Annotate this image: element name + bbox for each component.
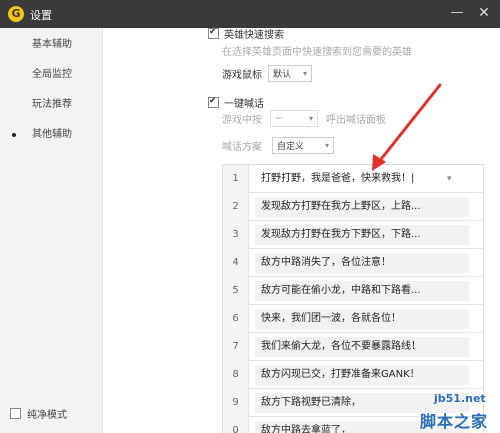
pure-mode-label: 纯净模式: [27, 409, 67, 421]
one-key-shout-checkbox[interactable]: [208, 96, 219, 108]
sidebar-item-label: 其他辅助: [32, 129, 72, 140]
shout-row[interactable]: 1 打野打野，我是爸爸，快来救我！| ▾: [223, 165, 483, 193]
window-title: 设置: [30, 9, 52, 22]
chevron-down-icon[interactable]: ▾: [447, 165, 452, 193]
shout-row[interactable]: 6 快来，我们团一波，各就各位！: [223, 305, 483, 333]
shout-row-number: 4: [223, 249, 249, 277]
shout-row[interactable]: 2 发现敌方打野在我方上野区，上路...: [223, 193, 483, 221]
game-cursor-row: 游戏鼠标 默认 ▾: [222, 65, 312, 82]
game-cursor-value: 默认: [273, 70, 292, 80]
shout-plan-row: 喊话方案 自定义 ▾: [222, 137, 334, 154]
chevron-down-icon: ▾: [324, 141, 329, 150]
shout-text-input[interactable]: 发现敌方打野在我方下野区，下路...: [255, 225, 469, 245]
shout-plan-label: 喊话方案: [222, 142, 262, 153]
sidebar-item-gameplay[interactable]: 玩法推荐: [0, 90, 103, 120]
sidebar-item-basic[interactable]: 基本辅助: [0, 30, 103, 60]
hero-search-label: 英雄快速搜索: [224, 30, 284, 41]
in-game-press-row: 游戏中按 ~ ▾ 呼出喊话面板: [222, 110, 386, 127]
shout-text-input[interactable]: 敌方可能在偷小龙，中路和下路看...: [255, 281, 469, 301]
shout-text-input[interactable]: 发现敌方打野在我方上野区，上路...: [255, 197, 469, 217]
shout-row-number: 8: [223, 361, 249, 389]
sidebar-item-global-monitor[interactable]: 全局监控: [0, 60, 103, 90]
in-game-press-label: 游戏中按: [222, 115, 262, 126]
shout-row[interactable]: 7 我们来偷大龙，各位不要暴露路线！: [223, 333, 483, 361]
sidebar-item-other[interactable]: 其他辅助: [0, 120, 103, 150]
pure-mode-checkbox[interactable]: [10, 407, 21, 419]
hero-search-desc: 在选择英雄页面中快速搜索到您需要的英雄: [222, 47, 412, 58]
watermark-logo: jb51.net 脚本之家: [410, 388, 500, 433]
active-dot-icon: [12, 133, 16, 137]
shout-row[interactable]: 3 发现敌方打野在我方下野区，下路...: [223, 221, 483, 249]
sidebar-item-label: 玩法推荐: [32, 99, 72, 110]
hotkey-value: ~: [275, 113, 283, 124]
app-logo-icon: G: [8, 6, 24, 22]
shout-row-number: 1: [223, 165, 249, 193]
shout-row-number: 7: [223, 333, 249, 361]
chevron-down-icon: ▾: [302, 69, 307, 78]
one-key-shout-row: 一键喊话: [208, 95, 264, 110]
chevron-down-icon: ▾: [308, 114, 313, 123]
game-cursor-label: 游戏鼠标: [222, 70, 262, 81]
shout-row[interactable]: 8 敌方闪现已交，打野准备来GANK！: [223, 361, 483, 389]
shout-row-number: 9: [223, 389, 249, 417]
sidebar: 基本辅助 全局监控 玩法推荐 其他辅助 纯净模式: [0, 28, 103, 433]
shout-row-number: 5: [223, 277, 249, 305]
hero-search-checkbox[interactable]: [208, 28, 219, 39]
shout-row-number: 6: [223, 305, 249, 333]
minimize-button[interactable]: —: [447, 4, 467, 24]
shout-row-number: 3: [223, 221, 249, 249]
hotkey-select[interactable]: ~ ▾: [270, 110, 318, 127]
watermark-text: 脚本之家: [420, 412, 489, 431]
shout-text-input[interactable]: 打野打野，我是爸爸，快来救我！|: [255, 169, 469, 189]
shout-plan-value: 自定义: [277, 142, 305, 152]
shout-row[interactable]: 4 敌方中路消失了，各位注意！: [223, 249, 483, 277]
sidebar-item-label: 全局监控: [32, 69, 72, 80]
sidebar-item-label: 基本辅助: [32, 39, 72, 50]
game-cursor-select[interactable]: 默认 ▾: [268, 65, 312, 82]
shout-row[interactable]: 5 敌方可能在偷小龙，中路和下路看...: [223, 277, 483, 305]
shout-text-input[interactable]: 快来，我们团一波，各就各位！: [255, 309, 469, 329]
watermark-url: jb51.net: [434, 392, 486, 405]
hero-search-row: 英雄快速搜索: [208, 28, 284, 41]
in-game-press-suffix: 呼出喊话面板: [326, 115, 386, 126]
title-bar: G 设置 — ✕: [0, 0, 500, 28]
shout-text-input[interactable]: 敌方中路消失了，各位注意！: [255, 253, 469, 273]
shout-row-number: 0: [223, 417, 249, 433]
shout-row-number: 2: [223, 193, 249, 221]
pure-mode-toggle[interactable]: 纯净模式: [10, 406, 67, 421]
settings-panel: 英雄快速搜索 在选择英雄页面中快速搜索到您需要的英雄 游戏鼠标 默认 ▾ 一键喊…: [104, 28, 500, 433]
close-button[interactable]: ✕: [474, 4, 494, 24]
shout-text-input[interactable]: 我们来偷大龙，各位不要暴露路线！: [255, 337, 469, 357]
shout-plan-select[interactable]: 自定义 ▾: [272, 137, 334, 154]
one-key-shout-label: 一键喊话: [224, 99, 264, 110]
shout-text-input[interactable]: 敌方闪现已交，打野准备来GANK！: [255, 365, 469, 385]
